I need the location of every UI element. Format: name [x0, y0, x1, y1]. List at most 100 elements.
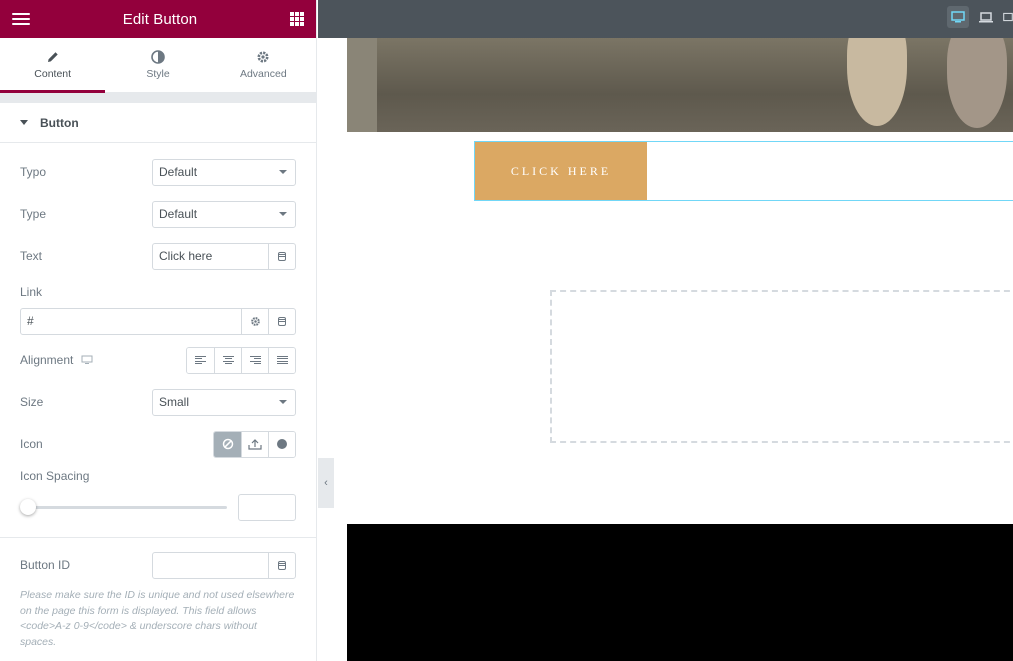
- size-select[interactable]: Small: [152, 388, 296, 416]
- collapse-panel-button[interactable]: ‹: [318, 458, 334, 508]
- size-label: Size: [20, 395, 44, 409]
- text-label: Text: [20, 249, 43, 263]
- tab-style[interactable]: Style: [105, 38, 210, 92]
- panel-title: Edit Button: [122, 10, 198, 28]
- icon-spacing-label: Icon Spacing: [20, 469, 90, 483]
- chevron-left-icon: ‹: [324, 477, 328, 489]
- alignment-label: Alignment: [20, 353, 74, 367]
- preview-topbar: [318, 0, 1013, 38]
- slider-thumb[interactable]: [20, 499, 36, 515]
- align-right-icon: [249, 355, 261, 365]
- dynamic-tags-button[interactable]: [268, 308, 295, 334]
- icon-spacing-input[interactable]: [238, 493, 296, 521]
- align-center-button[interactable]: [214, 347, 241, 373]
- control-link: #: [20, 303, 296, 339]
- text-input-group: Click here: [152, 242, 296, 270]
- control-text: Text Click here: [20, 235, 296, 277]
- tab-content[interactable]: Content: [0, 38, 106, 93]
- button-widget-outline[interactable]: CLICK HERE: [474, 141, 1013, 201]
- align-right-button[interactable]: [241, 347, 268, 373]
- control-type: Type Default: [20, 193, 296, 235]
- editor-panel: Edit Button Content Style Advanced Butto…: [0, 0, 317, 661]
- align-justify-button[interactable]: [268, 347, 295, 373]
- type-select[interactable]: Default: [152, 200, 296, 228]
- tab-content-label: Content: [34, 68, 72, 80]
- hero-image: [347, 38, 1013, 132]
- tab-style-label: Style: [146, 68, 170, 80]
- control-typo: Typo Default: [20, 151, 296, 193]
- ban-icon: [222, 438, 233, 450]
- device-laptop-button[interactable]: [975, 6, 997, 28]
- icon-none-button[interactable]: [214, 431, 241, 457]
- button-id-label: Button ID: [20, 558, 71, 572]
- section-header-button[interactable]: Button: [0, 103, 316, 143]
- controls: Typo Default Type Default Text Click her…: [0, 143, 316, 650]
- pencil-icon: [47, 52, 58, 62]
- dynamic-tags-button[interactable]: [268, 243, 295, 269]
- device-tablet-button[interactable]: [1003, 6, 1013, 28]
- black-section: [347, 524, 1013, 661]
- preview-area: ‹ CLICK HERE: [318, 0, 1013, 661]
- link-input-group: #: [20, 307, 296, 335]
- responsive-device-switcher: [947, 6, 1013, 28]
- control-size: Size Small: [20, 381, 296, 423]
- panel-gap: [0, 93, 316, 103]
- alignment-label-wrap: Alignment: [20, 353, 93, 367]
- size-select-value: Small: [159, 395, 190, 409]
- database-icon: [278, 560, 286, 570]
- section-title: Button: [40, 115, 79, 130]
- type-select-value: Default: [159, 207, 198, 221]
- button-id-input[interactable]: [153, 553, 268, 578]
- tablet-icon: [1003, 12, 1013, 22]
- caret-down-icon: [20, 120, 28, 125]
- database-icon: [278, 251, 286, 261]
- text-input[interactable]: Click here: [153, 244, 268, 269]
- panel-tabs: Content Style Advanced: [0, 38, 316, 93]
- icon-label: Icon: [20, 437, 43, 451]
- link-label: Link: [20, 285, 43, 299]
- panel-header: Edit Button: [0, 0, 316, 38]
- typo-label: Typo: [20, 165, 47, 179]
- control-icon-spacing-label: Icon Spacing: [20, 465, 296, 487]
- icon-choice-buttons: [213, 430, 296, 458]
- control-button-id: Button ID: [20, 544, 296, 586]
- typo-select[interactable]: Default: [152, 158, 296, 186]
- desktop-responsive-icon[interactable]: [81, 355, 93, 365]
- database-icon: [278, 316, 286, 326]
- align-center-icon: [222, 355, 234, 365]
- link-input[interactable]: #: [21, 309, 241, 334]
- align-left-icon: [195, 355, 206, 365]
- upload-icon: [248, 439, 262, 450]
- empty-drop-zone[interactable]: [550, 290, 1013, 443]
- gear-icon: [250, 316, 260, 326]
- icon-library-button[interactable]: [268, 431, 295, 457]
- circle-icon: [277, 439, 287, 449]
- half-circle-icon: [151, 50, 165, 64]
- chevron-down-icon: [279, 212, 287, 216]
- control-alignment: Alignment: [20, 339, 296, 381]
- icon-upload-button[interactable]: [241, 431, 268, 457]
- slider-track: [20, 506, 227, 509]
- control-icon: Icon: [20, 423, 296, 465]
- dynamic-tags-button[interactable]: [268, 552, 295, 578]
- button-id-input-group: [152, 551, 296, 579]
- button-id-help-text: Please make sure the ID is unique and no…: [20, 589, 295, 648]
- chevron-down-icon: [279, 400, 287, 404]
- typo-select-value: Default: [159, 165, 198, 179]
- control-icon-spacing: [20, 487, 296, 527]
- chevron-down-icon: [279, 170, 287, 174]
- align-justify-icon: [276, 355, 288, 365]
- align-left-button[interactable]: [187, 347, 214, 373]
- widgets-grid-icon[interactable]: [289, 12, 304, 26]
- hamburger-menu-icon[interactable]: [12, 12, 30, 26]
- gear-icon: [257, 51, 269, 63]
- tab-advanced[interactable]: Advanced: [211, 38, 316, 92]
- click-here-button[interactable]: CLICK HERE: [475, 142, 647, 200]
- type-label: Type: [20, 207, 47, 221]
- divider: [0, 537, 316, 538]
- laptop-icon: [979, 12, 993, 23]
- desktop-icon: [951, 11, 965, 23]
- device-desktop-button[interactable]: [947, 6, 969, 28]
- icon-spacing-slider[interactable]: [20, 499, 227, 515]
- link-options-button[interactable]: [241, 308, 268, 334]
